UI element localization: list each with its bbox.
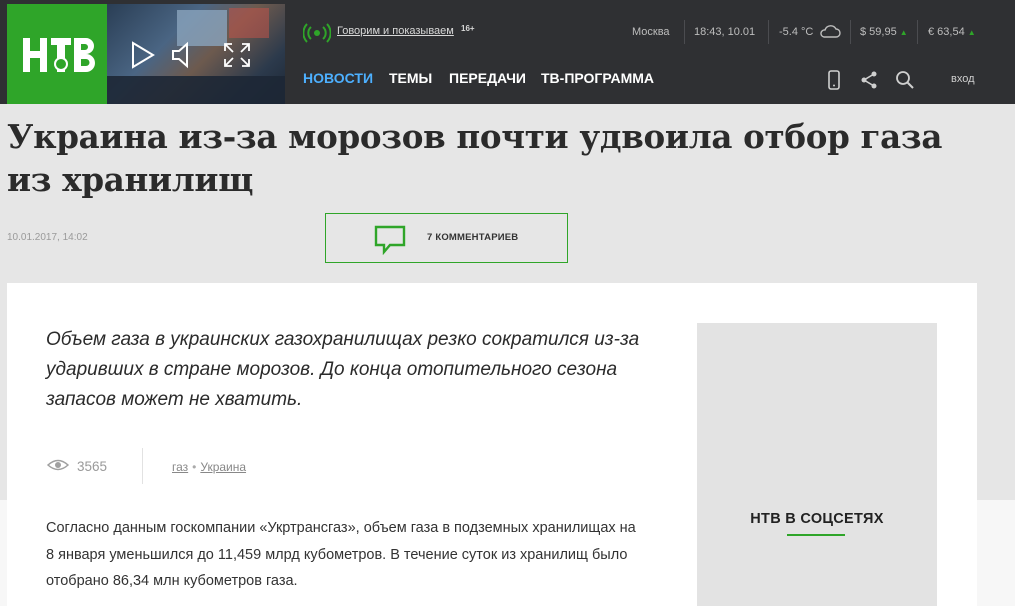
tag-link[interactable]: газ bbox=[172, 460, 188, 474]
nav-item-shows[interactable]: ПЕРЕДАЧИ bbox=[449, 70, 526, 86]
city-label: Москва bbox=[632, 26, 670, 38]
login-link[interactable]: вход bbox=[951, 73, 975, 85]
social-widget-title: НТВ В СОЦСЕТЯХ bbox=[750, 511, 884, 527]
social-widget: НТВ В СОЦСЕТЯХ bbox=[697, 323, 937, 606]
slogan-link[interactable]: Говорим и показываем bbox=[337, 25, 454, 37]
ntv-logo-mark bbox=[23, 38, 95, 72]
search-icon[interactable] bbox=[895, 70, 915, 90]
divider bbox=[142, 448, 143, 484]
time-date: 18:43, 10.01 bbox=[694, 26, 756, 38]
article-tags: газ • Украина bbox=[172, 460, 246, 474]
up-arrow-icon: ▲ bbox=[967, 28, 976, 37]
cloud-icon bbox=[820, 25, 841, 38]
mobile-icon[interactable] bbox=[826, 70, 842, 90]
live-video-player[interactable] bbox=[107, 4, 285, 104]
age-rating-badge: 16+ bbox=[461, 24, 475, 33]
fullscreen-icon[interactable] bbox=[222, 41, 252, 69]
social-title-underline bbox=[787, 534, 845, 536]
comments-button[interactable]: 7 КОММЕНТАРИЕВ bbox=[325, 213, 568, 263]
volume-icon[interactable] bbox=[171, 41, 197, 69]
divider bbox=[684, 20, 685, 44]
tag-separator: • bbox=[192, 460, 197, 474]
share-icon[interactable] bbox=[860, 70, 878, 90]
article-title: Украина из-за морозов почти удвоила отбо… bbox=[7, 117, 943, 199]
live-broadcast-icon bbox=[303, 23, 331, 43]
site-header: Говорим и показываем 16+ Москва 18:43, 1… bbox=[0, 0, 1015, 104]
temperature: -5.4 °C bbox=[779, 26, 814, 38]
usd-rate: $ 59,95 ▲ bbox=[860, 26, 908, 38]
eye-icon bbox=[47, 459, 69, 471]
tag-link[interactable]: Украина bbox=[200, 460, 246, 474]
eur-rate: € 63,54 ▲ bbox=[928, 26, 976, 38]
nav-item-news[interactable]: НОВОСТИ bbox=[303, 70, 373, 86]
divider bbox=[850, 20, 851, 44]
nav-item-topics[interactable]: ТЕМЫ bbox=[389, 70, 432, 86]
divider bbox=[768, 20, 769, 44]
comments-count: 7 КОММЕНТАРИЕВ bbox=[427, 232, 519, 243]
ntv-logo[interactable] bbox=[7, 4, 107, 104]
nav-item-tv-program[interactable]: ТВ-ПРОГРАММА bbox=[541, 70, 654, 86]
article-date: 10.01.2017, 14:02 bbox=[7, 232, 88, 243]
up-arrow-icon: ▲ bbox=[899, 28, 908, 37]
video-frame-screen-2 bbox=[229, 8, 269, 38]
video-frame-desk bbox=[107, 76, 285, 104]
article-body: Согласно данным госкомпании «Укртрансгаз… bbox=[46, 520, 636, 589]
play-icon[interactable] bbox=[131, 41, 155, 69]
comment-icon bbox=[374, 225, 406, 255]
divider bbox=[917, 20, 918, 44]
views-count: 3565 bbox=[77, 459, 108, 474]
article-lead: Объем газа в украинских газохранилищах р… bbox=[46, 329, 640, 410]
